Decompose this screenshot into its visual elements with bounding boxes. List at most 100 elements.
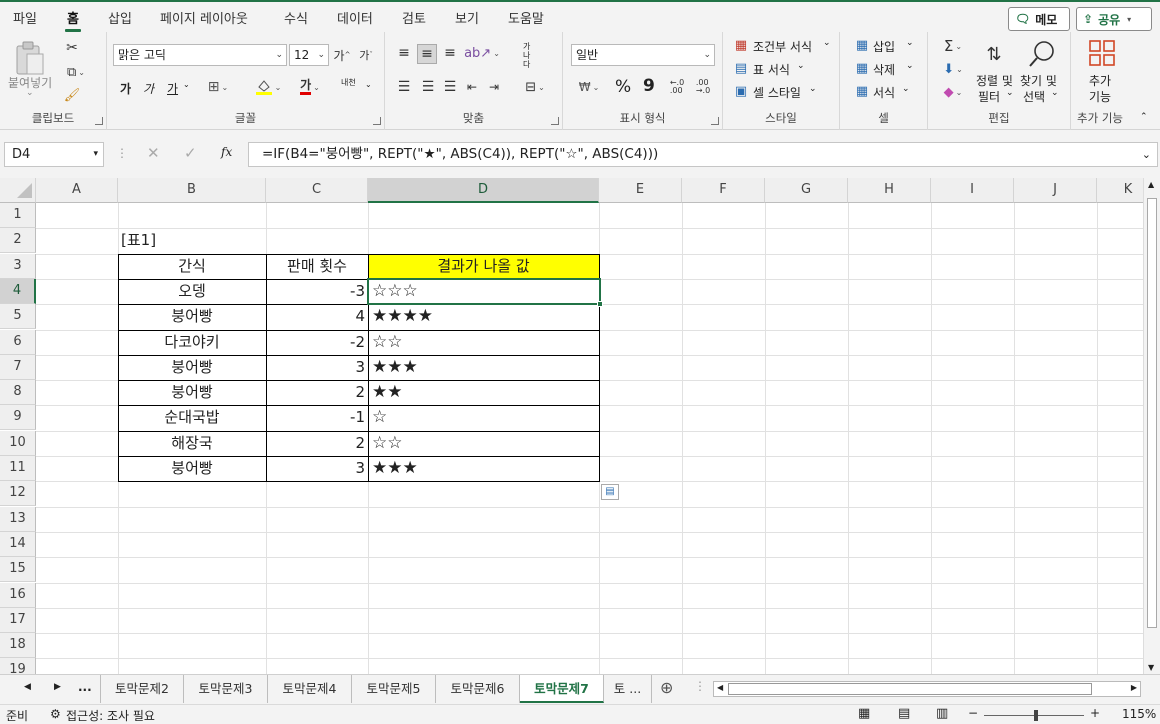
wrap-text-button[interactable]: 가나다 (523, 42, 537, 69)
column-header-b[interactable]: B (118, 178, 266, 203)
format-cells-button[interactable]: 서식 (873, 84, 895, 101)
number-format-select[interactable]: 일반 ⌄ (571, 44, 715, 66)
sheet-tab[interactable]: 토막문제6 (436, 675, 520, 703)
scroll-up-icon[interactable]: ▲ (1148, 180, 1154, 189)
chevron-down-icon[interactable]: ⌄ (365, 80, 372, 89)
worksheet-grid[interactable]: A B C D E F G H I J K 1 2 3 4 5 6 7 8 9 10 11 12 13 14 15 16 17 18 19… (0, 178, 1160, 674)
sheet-tab-active[interactable]: 토막문제7 (520, 675, 604, 703)
align-middle-icon[interactable]: ≡ (417, 44, 437, 64)
name-box[interactable]: D4 ▾ (4, 142, 104, 167)
quick-analysis-icon[interactable]: ▤ (601, 484, 619, 500)
chevron-down-icon[interactable]: ⌄ (183, 80, 190, 89)
bold-button[interactable]: 가 (120, 80, 131, 97)
add-sheet-icon[interactable]: ⊕ (660, 678, 673, 697)
dialog-launcher-icon[interactable] (373, 117, 381, 125)
tab-insert[interactable]: 삽입 (108, 8, 132, 27)
tab-review[interactable]: 검토 (402, 8, 426, 27)
cut-icon[interactable]: ✂ (64, 40, 80, 56)
delete-cells-button[interactable]: 삭제 (873, 61, 895, 78)
increase-decimal-icon[interactable]: ←.0.00 (667, 78, 687, 96)
tab-page-layout[interactable]: 페이지 레이아웃 (160, 8, 248, 27)
horizontal-scroll-thumb[interactable] (728, 683, 1092, 695)
normal-view-icon[interactable]: ▦ (858, 706, 870, 721)
column-header-a[interactable]: A (36, 178, 118, 203)
vertical-scroll-thumb[interactable] (1147, 198, 1157, 628)
tab-view[interactable]: 보기 (455, 8, 479, 27)
zoom-out-icon[interactable]: − (968, 706, 978, 720)
fill-handle[interactable] (597, 301, 603, 307)
chevron-down-icon[interactable]: ▾ (93, 143, 98, 166)
collapse-ribbon-icon[interactable]: ⌃ (1140, 112, 1148, 122)
addins-icon[interactable] (1087, 38, 1117, 68)
enter-icon[interactable]: ✓ (184, 144, 197, 162)
column-header-c[interactable]: C (266, 178, 368, 203)
fill-color-icon[interactable]: ⌄ (253, 78, 283, 96)
sheet-tab[interactable]: 토막문제5 (352, 675, 436, 703)
column-header-j[interactable]: J (1014, 178, 1097, 203)
active-cell-selection[interactable] (367, 278, 601, 305)
chevron-down-icon[interactable]: ⌄ (823, 38, 831, 48)
row-header-5[interactable]: 5 (0, 304, 36, 329)
column-header-e[interactable]: E (599, 178, 682, 203)
chevron-down-icon[interactable]: ⌄ (809, 84, 817, 94)
splitter-icon[interactable]: ⋮ (694, 679, 706, 693)
underline-button[interactable]: 가 (167, 80, 178, 97)
phonetic-button[interactable]: 내천 (341, 78, 356, 87)
insert-cells-button[interactable]: 삽입 (873, 38, 895, 55)
chevron-down-icon[interactable]: ⌄ (902, 84, 910, 94)
align-center-icon[interactable]: ☰ (419, 78, 437, 96)
format-painter-icon[interactable]: 🖌 (64, 87, 81, 103)
column-header-h[interactable]: H (848, 178, 931, 203)
find-select-icon[interactable] (1026, 38, 1058, 70)
chevron-down-icon[interactable]: ⌄ (26, 88, 34, 98)
row-header-14[interactable]: 14 (0, 532, 36, 557)
conditional-format-button[interactable]: 조건부 서식 (753, 38, 812, 55)
sheet-tab[interactable]: 토막문제3 (184, 675, 268, 703)
align-top-icon[interactable]: ≡ (395, 44, 413, 62)
sort-filter-icon[interactable]: ⇅ (978, 40, 1010, 68)
scroll-down-icon[interactable]: ▼ (1148, 663, 1154, 672)
font-color-icon[interactable]: 가 ⌄ (295, 78, 325, 96)
row-header-11[interactable]: 11 (0, 456, 36, 481)
row-header-17[interactable]: 17 (0, 608, 36, 633)
table-caption[interactable]: [표1] (121, 228, 156, 252)
cell-styles-button[interactable]: 셀 스타일 (753, 84, 801, 101)
page-break-view-icon[interactable]: ▥ (936, 706, 948, 721)
select-all-corner[interactable] (0, 178, 36, 203)
chevron-down-icon[interactable]: ⌄ (1006, 88, 1014, 98)
row-header-1[interactable]: 1 (0, 203, 36, 228)
row-header-19[interactable]: 19 (0, 658, 36, 674)
font-size-select[interactable]: 12 ⌄ (289, 44, 329, 66)
sheet-tab[interactable]: 토 ... (604, 675, 652, 703)
row-header-2[interactable]: 2 (0, 228, 36, 253)
merge-center-icon[interactable]: ⊟ ⌄ (519, 78, 551, 96)
row-header-12[interactable]: 12 (0, 481, 36, 506)
vertical-scrollbar[interactable]: ▲ ▼ (1143, 178, 1160, 674)
row-header-3[interactable]: 3 (0, 254, 36, 279)
scroll-left-icon[interactable]: ◀ (717, 683, 723, 692)
tab-formulas[interactable]: 수식 (284, 8, 308, 27)
more-sheets-icon[interactable]: ... (78, 680, 92, 694)
row-header-7[interactable]: 7 (0, 355, 36, 380)
chevron-down-icon[interactable]: ⌄ (906, 38, 914, 48)
page-layout-view-icon[interactable]: ▤ (898, 706, 910, 721)
decrease-font-icon[interactable]: 가ˇ (357, 46, 375, 64)
row-header-9[interactable]: 9 (0, 405, 36, 430)
italic-button[interactable]: 가 (143, 80, 154, 97)
chevron-down-icon[interactable]: ⌄ (797, 61, 805, 71)
font-name-select[interactable]: 맑은 고딕 ⌄ (113, 44, 287, 66)
formula-input[interactable]: =IF(B4="붕어빵", REPT("★", ABS(C4)), REPT("… (248, 142, 1158, 167)
increase-font-icon[interactable]: 가 ^ (333, 46, 351, 64)
zoom-slider-handle[interactable] (1034, 710, 1038, 721)
format-as-table-button[interactable]: 표 서식 (753, 61, 790, 78)
comma-style-button[interactable]: 9 (643, 76, 655, 96)
row-header-18[interactable]: 18 (0, 633, 36, 658)
column-header-f[interactable]: F (682, 178, 765, 203)
chevron-down-icon[interactable]: ⌄ (906, 61, 914, 71)
scroll-tabs-left-icon[interactable]: ◀ (24, 682, 31, 692)
align-right-icon[interactable]: ☰ (441, 78, 459, 96)
paste-icon[interactable] (10, 38, 50, 78)
percent-button[interactable]: % (615, 77, 631, 97)
row-header-16[interactable]: 16 (0, 583, 36, 608)
sort-filter-button[interactable]: 정렬 및 (976, 72, 1013, 89)
